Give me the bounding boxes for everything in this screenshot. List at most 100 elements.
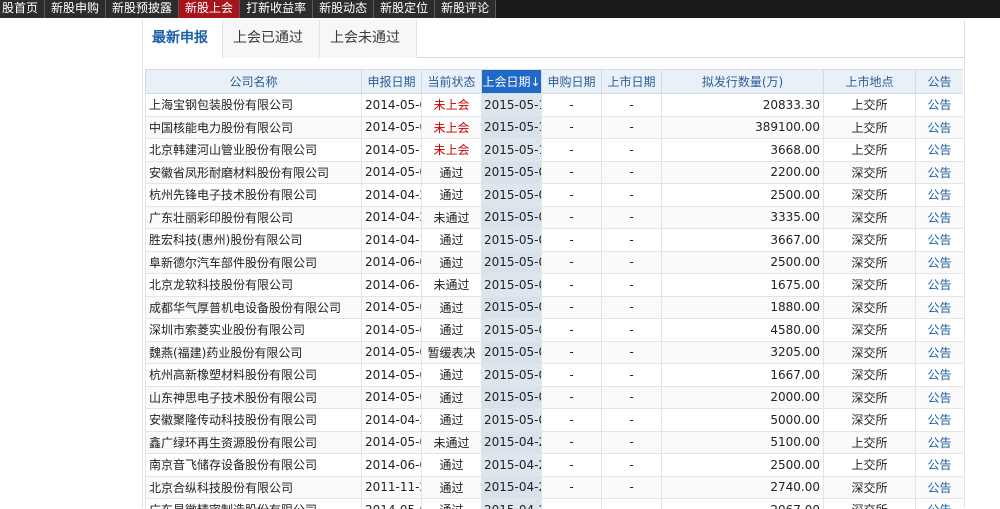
announcement-link[interactable]: 公告 bbox=[916, 116, 964, 139]
announcement-link[interactable]: 公告 bbox=[916, 251, 964, 274]
table-cell: - bbox=[542, 161, 602, 184]
table-cell: - bbox=[542, 341, 602, 364]
table-cell: 2014-05-04 bbox=[362, 386, 422, 409]
table-cell: - bbox=[542, 274, 602, 297]
column-header-2[interactable]: 当前状态 bbox=[422, 70, 482, 94]
table-cell: 3667.00 bbox=[662, 229, 824, 252]
announcement-link[interactable]: 公告 bbox=[916, 94, 964, 117]
column-header-3[interactable]: 上会日期↓ bbox=[482, 70, 542, 94]
announcement-link[interactable]: 公告 bbox=[916, 409, 964, 432]
column-header-6[interactable]: 拟发行数量(万) bbox=[662, 70, 824, 94]
table-cell: 深交所 bbox=[824, 206, 916, 229]
announcement-link[interactable]: 公告 bbox=[916, 296, 964, 319]
table-cell: 2011-11-21 bbox=[362, 476, 422, 499]
table-row: 广东星徽精密制造股份有限公司2014-05-04通过2015-04-24--20… bbox=[146, 499, 964, 509]
ipo-table: 公司名称申报日期当前状态上会日期↓申购日期上市日期拟发行数量(万)上市地点公告 … bbox=[145, 69, 963, 509]
table-cell: 2015-05-13 bbox=[482, 139, 542, 162]
table-cell: 通过 bbox=[422, 251, 482, 274]
nav-item-4[interactable]: 打新收益率 bbox=[240, 0, 313, 18]
table-cell: - bbox=[602, 386, 662, 409]
tab-2[interactable]: 上会未通过 bbox=[320, 20, 417, 58]
column-header-1[interactable]: 申报日期 bbox=[362, 70, 422, 94]
table-row: 中国核能电力股份有限公司2014-05-04未上会2015-05-13--389… bbox=[146, 116, 964, 139]
announcement-link[interactable]: 公告 bbox=[916, 454, 964, 477]
table-cell: 3205.00 bbox=[662, 341, 824, 364]
ipo-table-container: 公司名称申报日期当前状态上会日期↓申购日期上市日期拟发行数量(万)上市地点公告 … bbox=[145, 69, 963, 509]
announcement-link[interactable]: 公告 bbox=[916, 274, 964, 297]
announcement-link[interactable]: 公告 bbox=[916, 364, 964, 387]
table-cell: - bbox=[602, 94, 662, 117]
announcement-link[interactable]: 公告 bbox=[916, 499, 964, 509]
nav-item-3[interactable]: 新股上会 bbox=[179, 0, 240, 18]
table-cell: 广东星徽精密制造股份有限公司 bbox=[146, 499, 362, 509]
column-header-5[interactable]: 上市日期 bbox=[602, 70, 662, 94]
announcement-link[interactable]: 公告 bbox=[916, 161, 964, 184]
table-cell: 深交所 bbox=[824, 386, 916, 409]
table-cell: 2015-05-08 bbox=[482, 319, 542, 342]
table-cell: 2014-04-18 bbox=[362, 229, 422, 252]
table-cell: 通过 bbox=[422, 184, 482, 207]
table-cell: 深交所 bbox=[824, 319, 916, 342]
column-header-7[interactable]: 上市地点 bbox=[824, 70, 916, 94]
table-cell: 2015-04-24 bbox=[482, 499, 542, 509]
nav-item-5[interactable]: 新股动态 bbox=[313, 0, 374, 18]
table-cell: - bbox=[542, 431, 602, 454]
announcement-link[interactable]: 公告 bbox=[916, 184, 964, 207]
table-cell: 北京龙软科技股份有限公司 bbox=[146, 274, 362, 297]
table-cell: 通过 bbox=[422, 499, 482, 509]
nav-item-6[interactable]: 新股定位 bbox=[374, 0, 435, 18]
nav-item-0[interactable]: 股首页 bbox=[0, 0, 45, 18]
table-cell: 2200.00 bbox=[662, 161, 824, 184]
table-cell: 深交所 bbox=[824, 364, 916, 387]
table-cell: 2014-05-19 bbox=[362, 139, 422, 162]
table-cell: 2015-05-13 bbox=[482, 94, 542, 117]
table-cell: 2014-06-04 bbox=[362, 454, 422, 477]
table-cell: 2067.00 bbox=[662, 499, 824, 509]
table-cell: 暂缓表决 bbox=[422, 341, 482, 364]
table-cell: - bbox=[602, 184, 662, 207]
nav-item-7[interactable]: 新股评论 bbox=[435, 0, 496, 18]
table-row: 安徽聚隆传动科技股份有限公司2014-04-21通过2015-05-08--50… bbox=[146, 409, 964, 432]
nav-item-2[interactable]: 新股预披露 bbox=[106, 0, 179, 18]
table-cell: 深交所 bbox=[824, 229, 916, 252]
column-header-4[interactable]: 申购日期 bbox=[542, 70, 602, 94]
nav-fill bbox=[496, 0, 1000, 18]
table-cell: 上海宝钢包装股份有限公司 bbox=[146, 94, 362, 117]
table-cell: 未通过 bbox=[422, 274, 482, 297]
announcement-link[interactable]: 公告 bbox=[916, 386, 964, 409]
table-cell: 2014-05-06 bbox=[362, 161, 422, 184]
table-cell: 北京合纵科技股份有限公司 bbox=[146, 476, 362, 499]
table-cell: 2015-05-08 bbox=[482, 364, 542, 387]
column-header-8[interactable]: 公告 bbox=[916, 70, 964, 94]
table-row: 山东神思电子技术股份有限公司2014-05-04通过2015-05-08--20… bbox=[146, 386, 964, 409]
nav-item-1[interactable]: 新股申购 bbox=[45, 0, 106, 18]
table-row: 鑫广绿环再生资源股份有限公司2014-05-04未通过2015-04-29--5… bbox=[146, 431, 964, 454]
table-body: 上海宝钢包装股份有限公司2014-05-05未上会2015-05-13--208… bbox=[146, 94, 964, 509]
column-header-0[interactable]: 公司名称 bbox=[146, 70, 362, 94]
table-cell: 通过 bbox=[422, 319, 482, 342]
announcement-link[interactable]: 公告 bbox=[916, 476, 964, 499]
tab-0[interactable]: 最新申报 bbox=[143, 20, 223, 59]
announcement-link[interactable]: 公告 bbox=[916, 229, 964, 252]
table-cell: 深圳市索菱实业股份有限公司 bbox=[146, 319, 362, 342]
announcement-link[interactable]: 公告 bbox=[916, 206, 964, 229]
table-cell: 2014-04-29 bbox=[362, 184, 422, 207]
table-cell: - bbox=[542, 229, 602, 252]
tab-1[interactable]: 上会已通过 bbox=[223, 20, 320, 58]
announcement-link[interactable]: 公告 bbox=[916, 139, 964, 162]
table-cell: 未上会 bbox=[422, 94, 482, 117]
table-cell: - bbox=[602, 409, 662, 432]
table-row: 北京合纵科技股份有限公司2011-11-21通过2015-04-24--2740… bbox=[146, 476, 964, 499]
table-cell: 2014-05-05 bbox=[362, 94, 422, 117]
table-cell: 2015-04-29 bbox=[482, 431, 542, 454]
announcement-link[interactable]: 公告 bbox=[916, 431, 964, 454]
table-cell: 3335.00 bbox=[662, 206, 824, 229]
table-cell: 通过 bbox=[422, 364, 482, 387]
tab-bar: 最新申报上会已通过上会未通过 bbox=[143, 20, 964, 58]
table-cell: 1675.00 bbox=[662, 274, 824, 297]
table-cell: - bbox=[542, 364, 602, 387]
table-cell: 成都华气厚普机电设备股份有限公司 bbox=[146, 296, 362, 319]
announcement-link[interactable]: 公告 bbox=[916, 319, 964, 342]
announcement-link[interactable]: 公告 bbox=[916, 341, 964, 364]
table-cell: 2015-04-29 bbox=[482, 454, 542, 477]
